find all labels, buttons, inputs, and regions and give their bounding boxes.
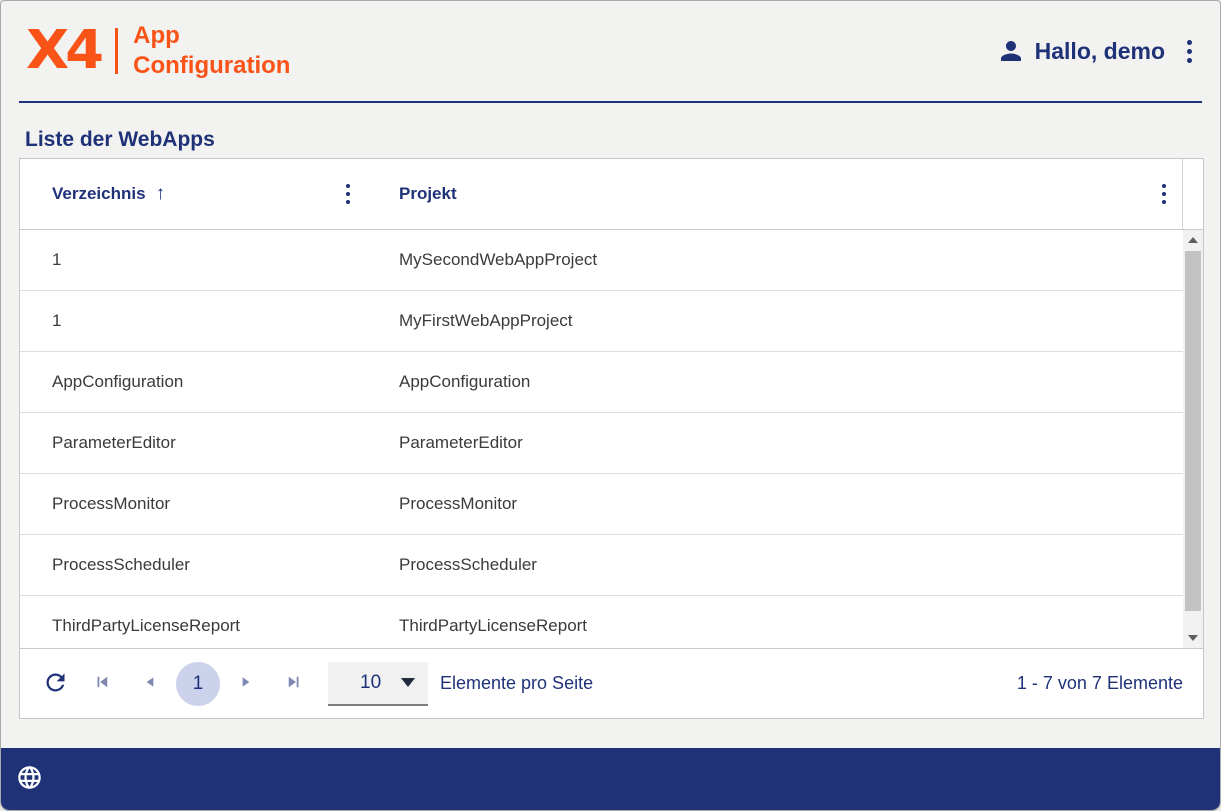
scroll-down-icon <box>1188 635 1198 641</box>
table-row[interactable]: ThirdPartyLicenseReport ThirdPartyLicens… <box>20 596 1183 648</box>
scrollbar-up-button[interactable] <box>1183 230 1203 250</box>
scrollbar-down-button[interactable] <box>1183 628 1203 648</box>
cell-verzeichnis: AppConfiguration <box>20 372 370 392</box>
table-row[interactable]: 1 MySecondWebAppProject <box>20 230 1183 291</box>
first-page-button[interactable] <box>89 669 115 698</box>
table-rows: 1 MySecondWebAppProject 1 MyFirstWebAppP… <box>20 230 1183 648</box>
column-menu-projekt-button[interactable] <box>1156 178 1172 210</box>
refresh-button[interactable] <box>42 669 69 699</box>
cell-verzeichnis: ProcessScheduler <box>20 555 370 575</box>
app-name-line1: App <box>133 21 290 51</box>
cell-projekt: ProcessMonitor <box>370 494 1183 514</box>
column-header-verzeichnis-label[interactable]: Verzeichnis <box>52 184 146 204</box>
page-size-label: Elemente pro Seite <box>440 673 593 694</box>
refresh-icon <box>42 669 69 699</box>
scroll-up-icon <box>1188 237 1198 243</box>
cell-verzeichnis: 1 <box>20 311 370 331</box>
cell-projekt: ParameterEditor <box>370 433 1183 453</box>
cell-projekt: AppConfiguration <box>370 372 1183 392</box>
language-button[interactable] <box>16 764 43 794</box>
person-icon <box>996 36 1026 66</box>
user-greeting-label: Hallo, demo <box>1035 38 1165 65</box>
table-scrollbar[interactable] <box>1183 230 1203 648</box>
cell-projekt: ProcessScheduler <box>370 555 1183 575</box>
table-header-row: Verzeichnis ↑ Projekt <box>20 159 1203 230</box>
app-window: X4 App Configuration Hallo, demo Liste d… <box>0 0 1221 811</box>
app-name: App Configuration <box>133 21 290 81</box>
app-logo: X4 App Configuration <box>26 21 290 81</box>
cell-projekt: ThirdPartyLicenseReport <box>370 616 1183 636</box>
pager-controls: 1 <box>78 662 318 706</box>
table-row[interactable]: ParameterEditor ParameterEditor <box>20 413 1183 474</box>
logo-divider <box>115 28 118 74</box>
header-divider <box>19 101 1202 103</box>
column-header-projekt: Projekt <box>370 159 1182 229</box>
page-size-select[interactable]: 10 <box>328 662 428 706</box>
app-header: X4 App Configuration Hallo, demo <box>1 1 1220 101</box>
globe-icon <box>16 764 43 794</box>
app-footer <box>1 748 1220 810</box>
table-row[interactable]: ProcessScheduler ProcessScheduler <box>20 535 1183 596</box>
caret-down-icon <box>401 678 415 687</box>
x4-logo: X4 <box>26 24 100 77</box>
current-page-button[interactable]: 1 <box>176 662 220 706</box>
pagination-range-label: 1 - 7 von 7 Elemente <box>1017 673 1183 694</box>
user-greeting: Hallo, demo <box>996 36 1165 66</box>
cell-verzeichnis: ParameterEditor <box>20 433 370 453</box>
scrollbar-thumb[interactable] <box>1185 251 1201 611</box>
table-row[interactable]: ProcessMonitor ProcessMonitor <box>20 474 1183 535</box>
first-page-icon <box>93 673 111 694</box>
sort-asc-icon[interactable]: ↑ <box>156 183 166 205</box>
previous-page-button[interactable] <box>138 670 162 697</box>
header-menu-button[interactable] <box>1181 34 1198 69</box>
webapps-table: Verzeichnis ↑ Projekt 1 MySecondWebAppPr… <box>19 158 1204 719</box>
cell-verzeichnis: ProcessMonitor <box>20 494 370 514</box>
table-body: 1 MySecondWebAppProject 1 MyFirstWebAppP… <box>20 230 1203 648</box>
table-row[interactable]: AppConfiguration AppConfiguration <box>20 352 1183 413</box>
cell-projekt: MyFirstWebAppProject <box>370 311 1183 331</box>
chevron-right-icon <box>238 674 254 693</box>
page-title: Liste der WebApps <box>25 128 215 152</box>
cell-projekt: MySecondWebAppProject <box>370 250 1183 270</box>
last-page-button[interactable] <box>281 669 307 698</box>
table-row[interactable]: 1 MyFirstWebAppProject <box>20 291 1183 352</box>
column-header-projekt-label[interactable]: Projekt <box>399 184 457 204</box>
chevron-left-icon <box>142 674 158 693</box>
app-name-line2: Configuration <box>133 51 290 81</box>
column-menu-verzeichnis-button[interactable] <box>340 178 356 210</box>
cell-verzeichnis: ThirdPartyLicenseReport <box>20 616 370 636</box>
last-page-icon <box>285 673 303 694</box>
table-header-scrollbar-spacer <box>1182 159 1203 229</box>
pagination-bar: 1 10 <box>20 648 1203 718</box>
page-size-value: 10 <box>360 672 381 694</box>
cell-verzeichnis: 1 <box>20 250 370 270</box>
next-page-button[interactable] <box>234 670 258 697</box>
column-header-verzeichnis: Verzeichnis ↑ <box>20 159 370 229</box>
